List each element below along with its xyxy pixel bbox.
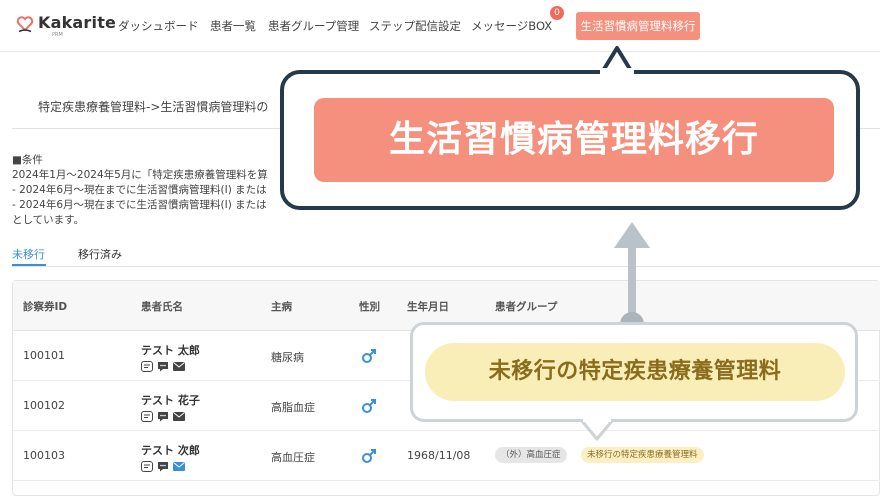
lifestyle-migration-button[interactable]: 生活習慣病管理料移行 [576, 12, 700, 40]
nav-dashboard[interactable]: ダッシュボード [118, 18, 199, 34]
chat-icon[interactable] [157, 411, 169, 422]
main-disease: 糖尿病 [271, 351, 304, 364]
callout-big: 生活習慣病管理料移行 [280, 70, 860, 210]
column-header[interactable]: 診察券ID [23, 299, 67, 314]
column-header[interactable]: 患者氏名 [141, 299, 183, 314]
birth-date: 1968/11/08 [407, 449, 471, 462]
column-header[interactable]: 主病 [271, 299, 292, 314]
line-icon[interactable] [141, 461, 153, 472]
column-header[interactable]: 性別 [359, 299, 380, 314]
callout-pointer [580, 419, 614, 441]
conditions-heading: ■条件 [12, 154, 43, 166]
pointer-mask [600, 68, 634, 76]
table-row[interactable]: 100103 テスト 次郎 高血圧症 1968/11/08 （外）高血圧症 未移… [13, 431, 880, 481]
line-icon[interactable] [141, 361, 153, 372]
patient-id: 100103 [23, 449, 65, 462]
mail-icon[interactable] [173, 411, 185, 422]
conditions-line: としています。 [12, 214, 85, 226]
logo-subtext: PRM [52, 32, 63, 38]
mail-icon[interactable] [173, 461, 185, 472]
patient-name[interactable]: テスト 次郎 [141, 442, 200, 458]
group-tag[interactable]: 未移行の特定疾患療養管理料 [581, 447, 704, 463]
callout-small: 未移行の特定疾患療養管理料 [410, 322, 858, 422]
line-icon[interactable] [141, 411, 153, 422]
male-icon [362, 449, 376, 463]
conditions-line: 2024年1月〜2024年5月に「特定疾患療養管理料を算 [12, 169, 268, 181]
chat-icon[interactable] [157, 461, 169, 472]
page-title: 特定疾患療養管理料->生活習慣病管理料の [38, 100, 269, 114]
logo[interactable]: Kakarite PRM [16, 13, 116, 41]
male-icon [362, 349, 376, 363]
conditions-line: - 2024年6月〜現在までに生活習慣病管理料(I) または [12, 184, 267, 196]
nav-patient-groups[interactable]: 患者グループ管理 [268, 18, 359, 34]
male-icon [362, 399, 376, 413]
nav-patient-list[interactable]: 患者一覧 [210, 18, 256, 34]
callout-big-label: 生活習慣病管理料移行 [314, 98, 834, 182]
patient-name[interactable]: テスト 太郎 [141, 342, 200, 358]
message-count-badge: 0 [550, 6, 564, 20]
tab-not-migrated[interactable]: 未移行 [12, 246, 45, 262]
heart-logo-icon [16, 16, 34, 33]
callout-small-label: 未移行の特定疾患療養管理料 [425, 343, 845, 401]
patient-id: 100102 [23, 399, 65, 412]
nav-step-delivery[interactable]: ステップ配信設定 [369, 18, 461, 34]
tab-migrated[interactable]: 移行済み [78, 246, 122, 262]
column-header[interactable]: 生年月日 [407, 299, 449, 314]
arrow-line [628, 244, 636, 322]
conditions-line: - 2024年6月〜現在までに生活習慣病管理料(I) または [12, 199, 267, 211]
app-header: Kakarite PRM ダッシュボード 患者一覧 患者グループ管理 ステップ配… [0, 0, 880, 52]
tab-divider [12, 266, 880, 267]
main-disease: 高脂血症 [271, 401, 315, 414]
main-disease: 高血圧症 [271, 451, 315, 464]
patient-id: 100101 [23, 349, 65, 362]
patient-name[interactable]: テスト 花子 [141, 392, 200, 408]
group-tag[interactable]: （外）高血圧症 [495, 447, 567, 463]
chat-icon[interactable] [157, 361, 169, 372]
nav-message-box[interactable]: メッセージBOX [471, 18, 552, 34]
mail-icon[interactable] [173, 361, 185, 372]
logo-text: Kakarite [38, 13, 117, 32]
column-header[interactable]: 患者グループ [495, 299, 557, 314]
